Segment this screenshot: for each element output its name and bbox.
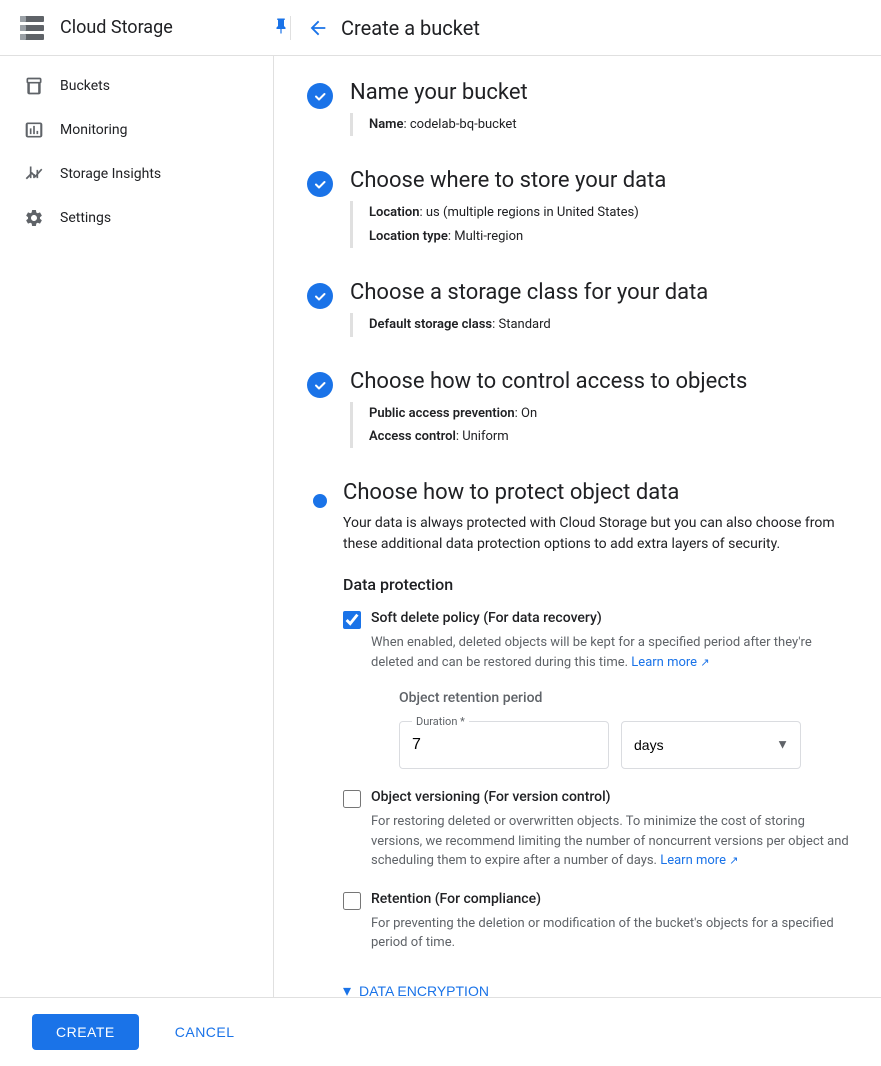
step1-detail-label-0: Name	[369, 117, 403, 132]
retention-block: Object retention period Duration * days	[399, 688, 849, 769]
step-protect-data: Choose how to protect object data Your d…	[306, 480, 849, 997]
step-choose-location: Choose where to store your data Location…	[306, 168, 849, 248]
sidebar-item-storage-insights[interactable]: Storage Insights	[0, 152, 265, 196]
step2-value-0: us (multiple regions in United States)	[426, 205, 639, 220]
step4-detail-0: Public access prevention: On	[369, 402, 849, 425]
versioning-item: Object versioning (For version control) …	[343, 789, 849, 871]
sidebar-item-buckets[interactable]: Buckets	[0, 64, 265, 108]
sidebar-item-monitoring[interactable]: Monitoring	[0, 108, 265, 152]
retention-checkbox[interactable]	[343, 892, 361, 910]
step4-label-1: Access control	[369, 429, 456, 444]
chart-icon	[24, 120, 44, 140]
step1-check-icon	[306, 82, 334, 110]
step2-label-1: Location type	[369, 229, 448, 244]
step3-label-0: Default storage class	[369, 317, 492, 332]
soft-delete-checkbox[interactable]	[343, 611, 361, 629]
step-name-bucket: Name your bucket Name: codelab-bq-bucket	[306, 80, 849, 136]
duration-select-wrapper: days weeks months ▼	[621, 721, 801, 769]
step3-check-icon	[306, 282, 334, 310]
duration-unit-select[interactable]: days weeks months	[621, 721, 801, 769]
settings-icon	[24, 208, 44, 228]
step1-detail-0: Name: codelab-bq-bucket	[369, 113, 849, 136]
soft-delete-description: When enabled, deleted objects will be ke…	[371, 633, 849, 769]
active-step-title: Choose how to protect object data	[343, 480, 849, 505]
app-logo-icon	[16, 12, 48, 44]
retention-title: Object retention period	[399, 688, 849, 709]
insights-icon	[24, 164, 44, 184]
retention-label[interactable]: Retention (For compliance)	[371, 891, 541, 907]
versioning-learn-more[interactable]: Learn more ↗	[660, 853, 738, 868]
sidebar-item-buckets-label: Buckets	[60, 78, 110, 94]
sidebar-item-monitoring-label: Monitoring	[60, 122, 128, 138]
data-protection-label: Data protection	[343, 575, 849, 594]
step4-value-0: On	[521, 406, 537, 421]
main-content: Name your bucket Name: codelab-bq-bucket	[274, 56, 881, 997]
step1-title: Name your bucket	[350, 80, 849, 105]
step4-title: Choose how to control access to objects	[350, 369, 849, 394]
duration-field: Duration *	[399, 721, 609, 769]
app-title: Cloud Storage	[60, 17, 173, 38]
step2-title: Choose where to store your data	[350, 168, 849, 193]
step3-details: Default storage class: Standard	[350, 313, 849, 336]
versioning-checkbox[interactable]	[343, 790, 361, 808]
sidebar-item-storage-insights-label: Storage Insights	[60, 166, 161, 182]
versioning-desc-text: For restoring deleted or overwritten obj…	[371, 814, 849, 868]
cancel-button[interactable]: CANCEL	[151, 1014, 259, 1050]
step-storage-class: Choose a storage class for your data Def…	[306, 280, 849, 336]
soft-delete-row: Soft delete policy (For data recovery)	[343, 610, 849, 629]
page-title: Create a bucket	[341, 16, 480, 40]
step-access-control: Choose how to control access to objects …	[306, 369, 849, 449]
retention-description: For preventing the deletion or modificat…	[371, 914, 849, 953]
versioning-external-link-icon: ↗	[729, 854, 738, 867]
external-link-icon: ↗	[700, 656, 709, 669]
soft-delete-label[interactable]: Soft delete policy (For data recovery)	[371, 610, 602, 626]
soft-delete-desc-text: When enabled, deleted objects will be ke…	[371, 635, 812, 670]
versioning-row: Object versioning (For version control)	[343, 789, 849, 808]
bucket-icon	[24, 76, 44, 96]
create-button[interactable]: CREATE	[32, 1014, 139, 1050]
soft-delete-learn-more[interactable]: Learn more ↗	[631, 655, 709, 670]
step4-value-1: Uniform	[462, 429, 509, 444]
step4-detail-1: Access control: Uniform	[369, 425, 849, 448]
chevron-down-icon: ▾	[343, 981, 351, 997]
pin-icon[interactable]	[272, 17, 290, 39]
back-button[interactable]	[307, 17, 329, 39]
step4-check-icon	[306, 371, 334, 399]
step4-label-0: Public access prevention	[369, 406, 515, 421]
versioning-label[interactable]: Object versioning (For version control)	[371, 789, 611, 805]
active-step-description: Your data is always protected with Cloud…	[343, 513, 849, 555]
step1-details: Name: codelab-bq-bucket	[350, 113, 849, 136]
step4-details: Public access prevention: On Access cont…	[350, 402, 849, 449]
retention-compliance-row: Retention (For compliance)	[343, 891, 849, 910]
data-encryption-label: DATA ENCRYPTION	[359, 983, 489, 997]
duration-label: Duration *	[412, 714, 469, 731]
retention-compliance-item: Retention (For compliance) For preventin…	[343, 891, 849, 953]
step2-value-1: Multi-region	[454, 229, 523, 244]
step1-detail-value-0: codelab-bq-bucket	[410, 117, 517, 132]
step3-value-0: Standard	[499, 317, 551, 332]
step2-detail-0: Location: us (multiple regions in United…	[369, 201, 849, 224]
retention-inputs: Duration * days weeks months	[399, 721, 849, 769]
step2-label-0: Location	[369, 205, 420, 220]
bottom-bar: CREATE CANCEL	[0, 997, 881, 1066]
step2-detail-1: Location type: Multi-region	[369, 225, 849, 248]
data-encryption-toggle[interactable]: ▾ DATA ENCRYPTION	[343, 973, 489, 997]
sidebar-item-settings[interactable]: Settings	[0, 196, 265, 240]
sidebar: Buckets Monitoring Storage Insights Sett…	[0, 56, 274, 997]
step3-detail-0: Default storage class: Standard	[369, 313, 849, 336]
step2-details: Location: us (multiple regions in United…	[350, 201, 849, 248]
versioning-description: For restoring deleted or overwritten obj…	[371, 812, 849, 871]
active-step-dot	[313, 494, 327, 508]
step2-check-icon	[306, 170, 334, 198]
soft-delete-item: Soft delete policy (For data recovery) W…	[343, 610, 849, 769]
sidebar-item-settings-label: Settings	[60, 210, 111, 226]
step3-title: Choose a storage class for your data	[350, 280, 849, 305]
